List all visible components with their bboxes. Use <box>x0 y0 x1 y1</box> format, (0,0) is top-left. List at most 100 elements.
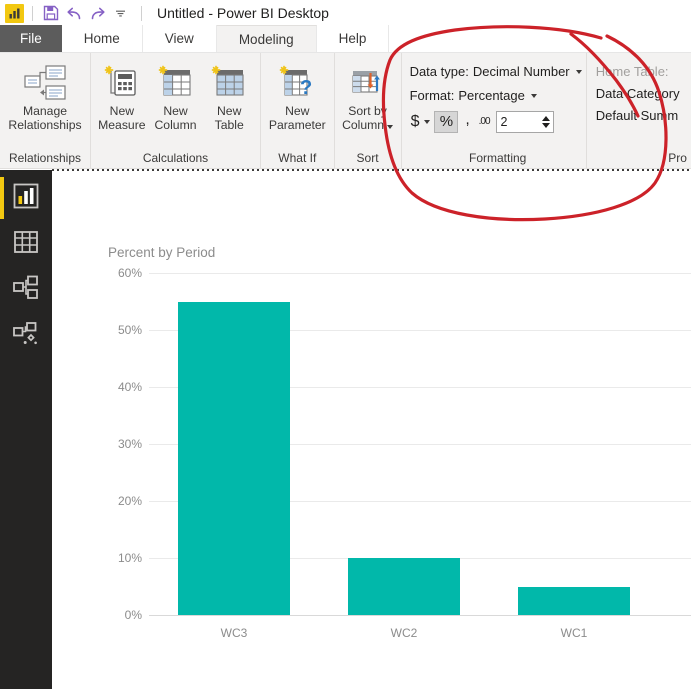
sort-by-column-label-line2-text: Column <box>342 118 385 132</box>
y-axis-tick-label: 50% <box>117 323 142 337</box>
title-divider <box>141 5 142 21</box>
power-bi-logo-icon <box>5 3 24 23</box>
y-gridline <box>149 615 691 616</box>
decimal-places-value: 2 <box>500 114 508 129</box>
chart-title: Percent by Period <box>108 245 216 260</box>
tab-modeling[interactable]: Modeling <box>216 25 317 52</box>
stepper-arrows[interactable] <box>541 115 550 128</box>
y-axis-tick-label: 20% <box>117 494 142 508</box>
ribbon-group-label-sort: Sort <box>356 151 379 165</box>
ribbon-group-what-if: ? New Parameter What If <box>261 53 335 168</box>
ribbon-group-relationships: Manage Relationships Relationships <box>0 53 91 168</box>
sidebar-item-dax-query-view[interactable] <box>0 313 52 359</box>
sort-by-column-icon <box>347 62 389 104</box>
new-parameter-button[interactable]: ? New Parameter <box>266 59 328 132</box>
format-value: Percentage <box>458 88 525 103</box>
undo-icon[interactable] <box>64 3 84 23</box>
new-parameter-label-line2: Parameter <box>268 118 326 132</box>
toolbar-divider <box>32 5 33 21</box>
new-measure-button[interactable]: New Measure <box>95 59 149 132</box>
ribbon-group-label-properties: Pro <box>668 151 687 165</box>
sort-by-column-label-line1: Sort by <box>348 104 387 118</box>
sidebar-item-model-view[interactable] <box>0 267 52 313</box>
ribbon-group-calculations: New Measure New Column New Table Calcula… <box>91 53 261 168</box>
caret-down-icon[interactable] <box>387 125 394 129</box>
new-parameter-icon: ? <box>276 62 318 104</box>
ribbon-group-label-formatting: Formatting <box>469 151 527 165</box>
new-column-label-line1: New <box>163 104 188 118</box>
stepper-up-icon[interactable] <box>541 115 550 121</box>
redo-icon[interactable] <box>87 3 107 23</box>
y-gridline <box>149 273 691 274</box>
view-sidebar <box>0 170 52 689</box>
tab-view[interactable]: View <box>142 25 217 52</box>
y-axis-tick-label: 10% <box>117 551 142 565</box>
format-dropdown[interactable]: Format: Percentage <box>410 86 586 105</box>
ribbon-tabs: File Home View Modeling Help <box>0 25 691 53</box>
new-column-label-line2: Column <box>154 118 197 132</box>
manage-relationships-label-line1: Manage <box>22 104 68 118</box>
stepper-down-icon[interactable] <box>541 122 550 128</box>
relationships-icon <box>12 275 40 306</box>
tab-file[interactable]: File <box>0 25 62 52</box>
decimal-places-stepper[interactable]: 2 <box>495 110 554 133</box>
ribbon: Manage Relationships Relationships New M… <box>0 53 691 169</box>
manage-relationships-button[interactable]: Manage Relationships <box>4 59 86 132</box>
tab-home[interactable]: Home <box>61 25 143 52</box>
chevron-down-icon[interactable] <box>575 69 582 74</box>
y-axis-tick-label: 0% <box>124 608 142 622</box>
home-table-label: Home Table: <box>595 64 669 79</box>
format-controls-row: $ % , .00 2 <box>410 110 586 133</box>
sidebar-item-report-view[interactable] <box>0 175 52 221</box>
decimal-places-icon[interactable]: .00 <box>477 116 492 127</box>
new-table-button[interactable]: New Table <box>202 59 256 132</box>
svg-text:?: ? <box>300 77 312 99</box>
table-grid-icon <box>13 230 39 259</box>
title-bar: Untitled - Power BI Desktop <box>0 0 691 26</box>
tab-help[interactable]: Help <box>316 25 390 52</box>
new-measure-label-line2: Measure <box>98 118 146 132</box>
sidebar-item-data-view[interactable] <box>0 221 52 267</box>
report-canvas[interactable]: Percent by Period 60% 50% 40% 30% 20% 10% 0% WC… <box>52 171 691 689</box>
ribbon-group-label-calculations: Calculations <box>142 151 209 165</box>
new-table-label-line1: New <box>216 104 242 118</box>
y-axis-tick-label: 40% <box>117 380 142 394</box>
data-type-value: Decimal Number <box>472 64 570 79</box>
ribbon-group-properties: Home Table: Data Category Default Summ P… <box>587 53 691 168</box>
thousands-separator-button[interactable]: , <box>462 111 472 133</box>
sort-by-column-button[interactable]: Sort by Column <box>339 59 397 132</box>
chevron-down-icon[interactable] <box>110 3 130 23</box>
data-category-label: Data Category <box>595 86 680 101</box>
ribbon-group-formatting: Data type: Decimal Number Format: Percen… <box>402 53 587 168</box>
x-axis-tick-label: WC3 <box>220 626 248 640</box>
bar[interactable] <box>177 301 291 615</box>
percent-format-button[interactable]: % <box>434 110 459 133</box>
data-type-label: Data type: <box>409 64 469 79</box>
new-measure-icon <box>101 62 143 104</box>
new-measure-label-line1: New <box>109 104 135 118</box>
bar-chart-icon <box>13 183 39 214</box>
chevron-down-icon[interactable] <box>530 93 537 98</box>
manage-relationships-label-line2: Relationships <box>8 118 82 132</box>
window-title: Untitled - Power BI Desktop <box>157 5 329 21</box>
ribbon-group-label-relationships: Relationships <box>8 151 82 165</box>
default-summarization-label: Default Summ <box>595 108 679 123</box>
format-label: Format: <box>409 88 455 103</box>
data-type-dropdown[interactable]: Data type: Decimal Number <box>410 62 586 81</box>
currency-format-button[interactable]: $ <box>410 113 421 131</box>
new-column-icon <box>155 62 197 104</box>
currency-chevron-down-icon[interactable] <box>424 119 431 124</box>
y-axis-tick-label: 30% <box>117 437 142 451</box>
dax-query-icon <box>12 321 40 352</box>
x-axis-tick-label: WC2 <box>390 626 418 640</box>
new-column-button[interactable]: New Column <box>149 59 203 132</box>
bar[interactable] <box>517 586 631 615</box>
ribbon-group-label-what-if: What If <box>278 151 317 165</box>
bar[interactable] <box>347 558 461 615</box>
manage-relationships-icon <box>22 62 68 104</box>
x-axis-tick-label: WC1 <box>560 626 588 640</box>
bar-chart-plot[interactable]: 60% 50% 40% 30% 20% 10% 0% WC3 WC2 WC1 <box>104 266 691 644</box>
new-table-icon <box>208 62 250 104</box>
new-parameter-label-line1: New <box>285 104 310 118</box>
save-icon[interactable] <box>41 3 61 23</box>
